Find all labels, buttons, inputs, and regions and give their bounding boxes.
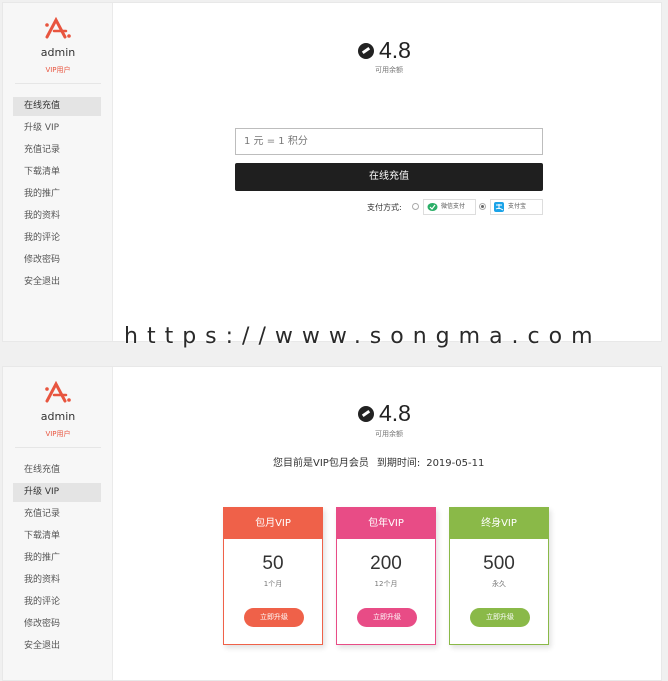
plan-period: 1个月 bbox=[263, 580, 283, 588]
plan-card-lifetime: 终身VIP 500 永久 立即升级 bbox=[449, 507, 549, 645]
alipay-radio[interactable] bbox=[479, 203, 486, 210]
wechat-pay-label: 微信支付 bbox=[441, 203, 466, 210]
sidebar-item-downloads[interactable]: 下载清单 bbox=[13, 527, 101, 546]
balance-label: 可用余额 bbox=[375, 66, 403, 74]
recharge-button[interactable]: 在线充值 bbox=[235, 163, 543, 191]
amount-input[interactable]: 1 元 = 1 积分 bbox=[235, 128, 543, 155]
sidebar-item-logout[interactable]: 安全退出 bbox=[13, 637, 101, 656]
plan-card-monthly: 包月VIP 50 1个月 立即升级 bbox=[223, 507, 323, 645]
balance-label: 可用余额 bbox=[375, 430, 403, 438]
sidebar-item-logout[interactable]: 安全退出 bbox=[13, 273, 101, 292]
plan-price: 50 bbox=[262, 553, 284, 574]
sidebar-item-upgrade-vip[interactable]: 升级 VIP bbox=[13, 119, 101, 138]
recharge-panel: admin VIP用户 在线充值 升级 VIP 充值记录 下载清单 我的推广 我… bbox=[2, 2, 662, 342]
coin-icon bbox=[358, 406, 374, 422]
plan-price: 200 bbox=[370, 553, 402, 574]
sidebar-item-comments[interactable]: 我的评论 bbox=[13, 229, 101, 248]
alipay-icon bbox=[494, 202, 504, 212]
coin-icon bbox=[358, 43, 374, 59]
vip-status: 您目前是VIP包月会员 到期时间: 2019-05-11 bbox=[273, 454, 484, 469]
upgrade-vip-panel: admin VIP用户 在线充值 升级 VIP 充值记录 下载清单 我的推广 我… bbox=[2, 366, 662, 681]
plan-title: 包月VIP bbox=[224, 508, 322, 539]
plan-title: 包年VIP bbox=[337, 508, 435, 539]
sidebar-item-recharge[interactable]: 在线充值 bbox=[13, 461, 101, 480]
sidebar-item-change-password[interactable]: 修改密码 bbox=[13, 251, 101, 270]
sidebar-item-recharge-records[interactable]: 充值记录 bbox=[13, 505, 101, 524]
sidebar-item-profile[interactable]: 我的资料 bbox=[13, 207, 101, 226]
username: admin bbox=[40, 46, 76, 59]
sidebar-item-change-password[interactable]: 修改密码 bbox=[13, 615, 101, 634]
plan-title: 终身VIP bbox=[450, 508, 548, 539]
expire-date: 2019-05-11 bbox=[426, 458, 485, 469]
vip-status-text: 您目前是VIP包月会员 bbox=[273, 458, 369, 469]
sidebar-item-promotion[interactable]: 我的推广 bbox=[13, 185, 101, 204]
sidebar: admin VIP用户 在线充值 升级 VIP 充值记录 下载清单 我的推广 我… bbox=[3, 367, 113, 680]
alipay-option[interactable]: 支付宝 bbox=[490, 199, 543, 215]
upgrade-button[interactable]: 立即升级 bbox=[357, 608, 417, 627]
site-logo-icon bbox=[45, 17, 71, 39]
sidebar-item-recharge[interactable]: 在线充值 bbox=[13, 97, 101, 116]
plan-period: 永久 bbox=[492, 580, 506, 588]
sidebar-divider bbox=[15, 447, 101, 448]
alipay-label: 支付宝 bbox=[508, 203, 527, 210]
sidebar: admin VIP用户 在线充值 升级 VIP 充值记录 下载清单 我的推广 我… bbox=[3, 3, 113, 341]
sidebar-item-profile[interactable]: 我的资料 bbox=[13, 571, 101, 590]
balance-value: 4.8 bbox=[379, 400, 411, 426]
payment-method-label: 支付方式: bbox=[367, 203, 402, 212]
sidebar-item-recharge-records[interactable]: 充值记录 bbox=[13, 141, 101, 160]
watermark-text: https://www.songma.com bbox=[124, 324, 602, 349]
balance-display: 4.8 bbox=[358, 400, 468, 430]
plan-card-yearly: 包年VIP 200 12个月 立即升级 bbox=[336, 507, 436, 645]
upgrade-button[interactable]: 立即升级 bbox=[470, 608, 530, 627]
plan-price: 500 bbox=[483, 553, 515, 574]
expire-label: 到期时间: bbox=[376, 458, 421, 469]
sidebar-item-promotion[interactable]: 我的推广 bbox=[13, 549, 101, 568]
user-level-tag: VIP用户 bbox=[45, 66, 71, 74]
upgrade-button[interactable]: 立即升级 bbox=[244, 608, 304, 627]
wechat-pay-option[interactable]: 微信支付 bbox=[423, 199, 476, 215]
site-logo-icon bbox=[45, 381, 71, 403]
wechat-radio[interactable] bbox=[412, 203, 419, 210]
balance-value: 4.8 bbox=[379, 37, 411, 63]
balance-display: 4.8 bbox=[358, 37, 468, 67]
plan-period: 12个月 bbox=[374, 580, 398, 588]
sidebar-item-upgrade-vip[interactable]: 升级 VIP bbox=[13, 483, 101, 502]
username: admin bbox=[40, 410, 76, 423]
sidebar-item-downloads[interactable]: 下载清单 bbox=[13, 163, 101, 182]
sidebar-divider bbox=[15, 83, 101, 84]
wechat-pay-icon bbox=[427, 203, 438, 211]
sidebar-item-comments[interactable]: 我的评论 bbox=[13, 593, 101, 612]
user-level-tag: VIP用户 bbox=[45, 430, 71, 438]
